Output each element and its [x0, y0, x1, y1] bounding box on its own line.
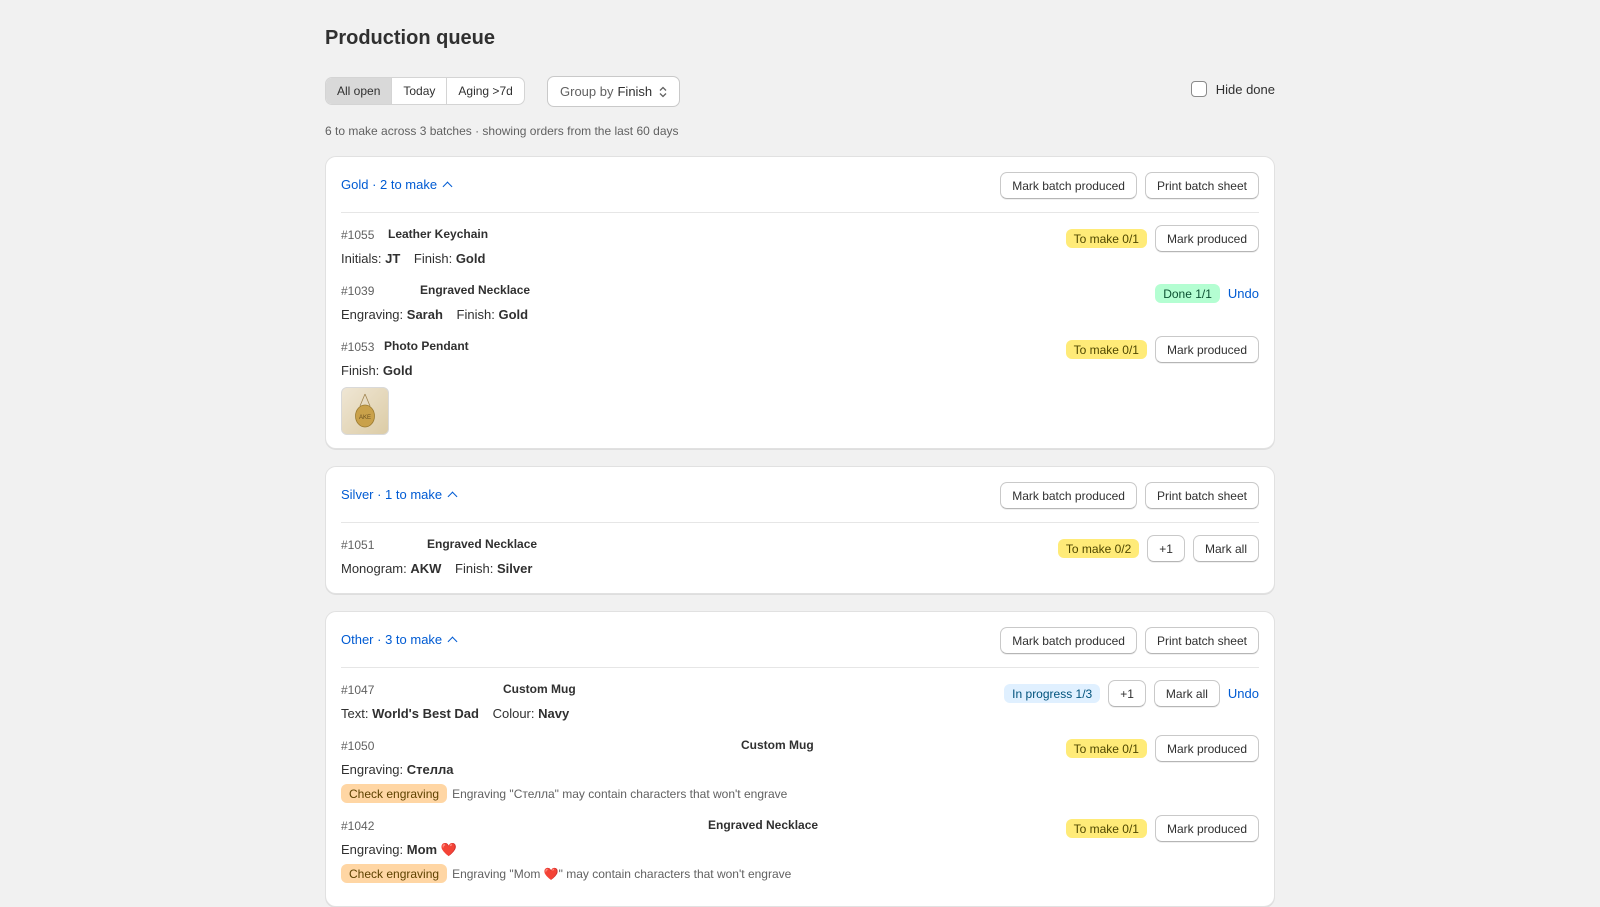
group-by-select[interactable]: Group by Finish: [547, 76, 681, 107]
chevron-up-icon: [447, 491, 458, 502]
filter-all-open[interactable]: All open: [326, 78, 393, 104]
status-badge: To make 0/1: [1065, 229, 1147, 248]
hide-done-checkbox[interactable]: [1190, 81, 1207, 97]
hide-done-label: Hide done: [1215, 81, 1275, 97]
filter-aging[interactable]: Aging >7d: [447, 78, 523, 104]
mark-batch-produced-button[interactable]: Mark batch produced: [1000, 172, 1137, 199]
batch-header: Other · 3 to make Mark batch produced Pr…: [341, 612, 1259, 668]
mark-batch-produced-button[interactable]: Mark batch produced: [1000, 627, 1137, 654]
batch-header: Gold · 2 to make Mark batch produced Pri…: [341, 157, 1259, 213]
filter-today[interactable]: Today: [392, 78, 448, 104]
batch-title: Silver · 1 to make: [341, 487, 443, 502]
line-item-properties: Finish: Gold: [341, 363, 413, 378]
line-item-properties: Monogram: AKW Finish: Silver: [341, 561, 533, 576]
batch-card-gold: Gold · 2 to make Mark batch produced Pri…: [325, 156, 1275, 449]
batch-title: Other · 3 to make: [341, 632, 443, 647]
batch-header: Silver · 1 to make Mark batch produced P…: [341, 467, 1259, 523]
product-name: Engraved Necklace: [708, 818, 819, 832]
order-number[interactable]: #1053: [341, 340, 374, 354]
mark-batch-produced-button[interactable]: Mark batch produced: [1000, 482, 1137, 509]
photo-thumbnail[interactable]: AKE: [341, 387, 389, 435]
batch-toggle[interactable]: Gold · 2 to make: [341, 177, 453, 192]
hide-done-toggle[interactable]: Hide done: [1190, 81, 1275, 97]
product-name: Leather Keychain: [388, 227, 489, 241]
line-item-properties: Initials: JT Finish: Gold: [341, 251, 486, 266]
batch-card-other: Other · 3 to make Mark batch produced Pr…: [325, 611, 1275, 907]
engraving-warning: Check engraving Engraving "Mom ❤️" may c…: [341, 864, 791, 883]
product-name: Photo Pendant: [384, 339, 469, 353]
line-item-properties: Engraving: Sarah Finish: Gold: [341, 307, 529, 322]
warning-badge: Check engraving: [341, 784, 448, 803]
group-by-label: Group by: [560, 84, 614, 99]
mark-produced-button[interactable]: Mark produced: [1154, 225, 1259, 252]
chevron-up-icon: [447, 636, 458, 647]
status-badge: To make 0/1: [1065, 819, 1147, 838]
status-badge: To make 0/2: [1057, 539, 1140, 558]
status-badge: To make 0/1: [1065, 739, 1147, 758]
order-number[interactable]: #1050: [341, 739, 374, 753]
product-name: Custom Mug: [741, 738, 814, 752]
batch-toggle[interactable]: Silver · 1 to make: [341, 487, 458, 502]
warning-badge: Check engraving: [341, 864, 448, 883]
status-badge: In progress 1/3: [1004, 684, 1101, 703]
warning-text: Engraving "Mom ❤️" may contain character…: [452, 866, 792, 881]
increment-button[interactable]: +1: [1147, 535, 1185, 562]
undo-link[interactable]: Undo: [1228, 686, 1259, 701]
page-title: Production queue: [325, 27, 495, 49]
engraving-warning: Check engraving Engraving "Стелла" may c…: [341, 784, 787, 803]
filter-segmented-control: All open Today Aging >7d: [325, 77, 525, 105]
mark-all-button[interactable]: Mark all: [1192, 535, 1259, 562]
mark-produced-button[interactable]: Mark produced: [1154, 735, 1259, 762]
order-number[interactable]: #1042: [341, 819, 374, 833]
product-name: Engraved Necklace: [427, 537, 538, 551]
status-badge: Done 1/1: [1155, 284, 1220, 303]
product-name: Engraved Necklace: [420, 283, 531, 297]
svg-text:AKE: AKE: [359, 415, 371, 421]
order-number[interactable]: #1047: [341, 683, 374, 697]
undo-link[interactable]: Undo: [1228, 286, 1259, 301]
mark-all-button[interactable]: Mark all: [1153, 680, 1220, 707]
production-queue-page: Production queue All open Today Aging >7…: [325, 22, 1275, 907]
select-chevron-icon: [659, 86, 667, 98]
batch-card-silver: Silver · 1 to make Mark batch produced P…: [325, 466, 1275, 594]
line-item-properties: Text: World's Best Dad Colour: Navy: [341, 706, 570, 721]
order-number[interactable]: #1039: [341, 284, 374, 298]
toolbar: All open Today Aging >7d Group by Finish…: [325, 76, 1275, 107]
mark-produced-button[interactable]: Mark produced: [1154, 336, 1259, 363]
print-batch-sheet-button[interactable]: Print batch sheet: [1144, 172, 1259, 199]
increment-button[interactable]: +1: [1108, 680, 1146, 707]
chevron-up-icon: [442, 181, 453, 192]
batch-toggle[interactable]: Other · 3 to make: [341, 632, 458, 647]
batch-title: Gold · 2 to make: [341, 177, 438, 192]
warning-text: Engraving "Стелла" may contain character…: [452, 786, 788, 801]
line-item-properties: Engraving: Стелла: [341, 762, 454, 777]
order-number[interactable]: #1055: [341, 228, 374, 242]
line-item-properties: Engraving: Mom ❤️: [341, 842, 457, 857]
queue-summary: 6 to make across 3 batches · showing ord…: [325, 124, 679, 138]
status-badge: To make 0/1: [1065, 340, 1147, 359]
group-by-value: Finish: [617, 84, 653, 99]
mark-produced-button[interactable]: Mark produced: [1154, 815, 1259, 842]
product-name: Custom Mug: [503, 682, 576, 696]
print-batch-sheet-button[interactable]: Print batch sheet: [1144, 627, 1259, 654]
print-batch-sheet-button[interactable]: Print batch sheet: [1144, 482, 1259, 509]
order-number[interactable]: #1051: [341, 538, 374, 552]
